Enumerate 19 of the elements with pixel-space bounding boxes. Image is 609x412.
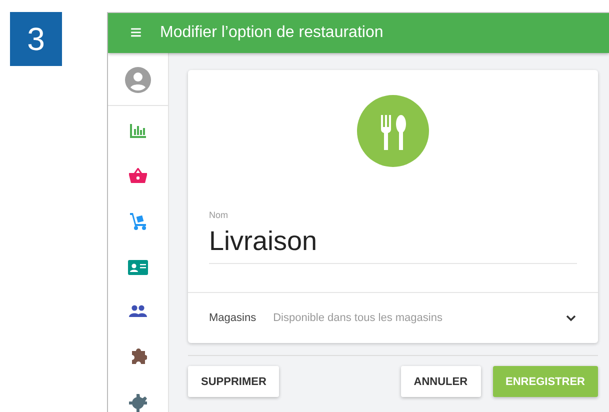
- people-icon[interactable]: [129, 305, 147, 317]
- cutlery-icon: [357, 95, 429, 167]
- name-value: Livraison: [209, 226, 318, 257]
- chevron-down-icon: [566, 314, 576, 322]
- hand-truck-icon[interactable]: [130, 213, 146, 230]
- name-label: Nom: [209, 210, 230, 220]
- action-button[interactable]: ANNULER: [400, 366, 481, 397]
- puzzle-piece-icon[interactable]: [130, 347, 146, 364]
- stores-dropdown[interactable]: Magasins Disponible dans tous les magasins: [188, 292, 598, 343]
- bar-chart-icon[interactable]: [130, 124, 146, 138]
- user-avatar-icon[interactable]: [125, 67, 151, 93]
- page-title: Modifier l’option de restauration: [160, 24, 384, 42]
- stores-label: Magasins: [209, 312, 256, 324]
- stores-value: Disponible dans tous les magasins: [273, 312, 444, 324]
- basket-icon[interactable]: [129, 168, 147, 183]
- action-button[interactable]: SUPPRIMER: [188, 366, 280, 397]
- id-card-icon[interactable]: [128, 260, 148, 275]
- step-number: 3: [10, 12, 62, 66]
- name-field[interactable]: Nom Livraison: [209, 210, 577, 264]
